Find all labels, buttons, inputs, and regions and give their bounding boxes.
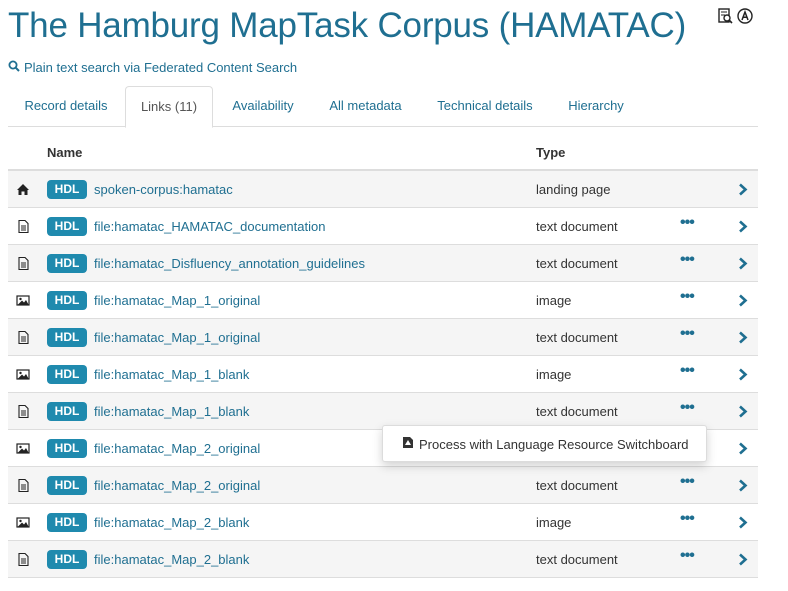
chevron-right-icon[interactable] xyxy=(738,516,748,529)
resource-name-link[interactable]: file:hamatac_Map_2_original xyxy=(94,441,260,456)
document-icon xyxy=(16,219,30,234)
table-body: HDL spoken-corpus:hamatac landing page HDL f… xyxy=(8,171,758,578)
column-header-name: Name xyxy=(47,145,83,160)
document-icon xyxy=(16,404,30,419)
search-icon xyxy=(8,60,20,75)
home-icon xyxy=(16,183,30,196)
hdl-badge[interactable]: HDL xyxy=(47,291,87,310)
table-row: HDL spoken-corpus:hamatac landing page xyxy=(8,171,758,208)
tab-availability[interactable]: Availability xyxy=(214,86,312,127)
table-row: HDL file:hamatac_Disfluency_annotation_gu… xyxy=(8,245,758,282)
more-options-icon[interactable]: ••• xyxy=(680,288,695,306)
resource-type: text document xyxy=(536,552,618,567)
resource-type: text document xyxy=(536,219,618,234)
resource-type: landing page xyxy=(536,182,611,197)
more-options-icon[interactable]: ••• xyxy=(680,473,695,491)
chevron-right-icon[interactable] xyxy=(738,405,748,418)
hdl-badge[interactable]: HDL xyxy=(47,180,87,199)
hdl-badge[interactable]: HDL xyxy=(47,365,87,384)
document-icon xyxy=(16,478,30,493)
chevron-right-icon[interactable] xyxy=(738,479,748,492)
links-table: Name Type HDL spoken-corpus:hamatac landin… xyxy=(8,134,758,578)
table-row: HDL file:hamatac_HAMATAC_documentation tex… xyxy=(8,208,758,245)
process-with-switchboard-item[interactable]: Process with Language Resource Switchboa… xyxy=(402,436,689,452)
document-icon xyxy=(16,552,30,567)
tab-bar: Record details Links (11) Availability A… xyxy=(8,86,758,128)
chevron-right-icon[interactable] xyxy=(738,220,748,233)
image-icon xyxy=(16,368,30,381)
resource-name-link[interactable]: file:hamatac_Disfluency_annotation_guide… xyxy=(94,256,365,271)
image-icon xyxy=(16,294,30,307)
resource-type: text document xyxy=(536,478,618,493)
resource-name-link[interactable]: file:hamatac_Map_2_blank xyxy=(94,515,249,530)
more-options-icon[interactable]: ••• xyxy=(680,251,695,269)
resource-name-link[interactable]: file:hamatac_Map_1_original xyxy=(94,330,260,345)
resource-type: image xyxy=(536,367,572,382)
chevron-right-icon[interactable] xyxy=(738,553,748,566)
chevron-right-icon[interactable] xyxy=(738,294,748,307)
tab-record-details[interactable]: Record details xyxy=(8,86,124,127)
chevron-right-icon[interactable] xyxy=(738,257,748,270)
resource-name-link[interactable]: spoken-corpus:hamatac xyxy=(94,182,233,197)
resource-type: image xyxy=(536,515,572,530)
more-options-icon[interactable]: ••• xyxy=(680,325,695,343)
more-options-icon[interactable]: ••• xyxy=(680,362,695,380)
document-icon xyxy=(16,256,30,271)
document-icon xyxy=(16,330,30,345)
switchboard-dropdown-menu: Process with Language Resource Switchboa… xyxy=(382,425,707,462)
resource-name-link[interactable]: file:hamatac_HAMATAC_documentation xyxy=(94,219,325,234)
resource-name-link[interactable]: file:hamatac_Map_2_blank xyxy=(94,552,249,567)
hdl-badge[interactable]: HDL xyxy=(47,217,87,236)
hdl-badge[interactable]: HDL xyxy=(47,476,87,495)
accessibility-icon[interactable] xyxy=(737,8,753,24)
table-row: HDL file:hamatac_Map_2_blank image ••• xyxy=(8,504,758,541)
table-row: HDL file:hamatac_Map_2_blank text document… xyxy=(8,541,758,578)
more-options-icon[interactable]: ••• xyxy=(680,547,695,565)
more-options-icon[interactable]: ••• xyxy=(680,510,695,528)
resource-name-link[interactable]: file:hamatac_Map_1_original xyxy=(94,293,260,308)
tab-technical-details[interactable]: Technical details xyxy=(419,86,551,127)
chevron-right-icon[interactable] xyxy=(738,183,748,196)
top-icons xyxy=(717,8,753,24)
page-title: The Hamburg MapTask Corpus (HAMATAC) xyxy=(8,6,687,45)
process-with-switchboard-label: Process with Language Resource Switchboa… xyxy=(419,436,689,452)
resource-type: image xyxy=(536,293,572,308)
resource-type: text document xyxy=(536,404,618,419)
table-row: HDL file:hamatac_Map_1_blank image ••• xyxy=(8,356,758,393)
document-search-icon[interactable] xyxy=(717,8,733,24)
hdl-badge[interactable]: HDL xyxy=(47,513,87,532)
resource-name-link[interactable]: file:hamatac_Map_1_blank xyxy=(94,404,249,419)
fcs-search-link[interactable]: Plain text search via Federated Content … xyxy=(8,60,297,75)
image-icon xyxy=(16,442,30,455)
hdl-badge[interactable]: HDL xyxy=(47,328,87,347)
switchboard-icon xyxy=(402,436,414,452)
resource-name-link[interactable]: file:hamatac_Map_1_blank xyxy=(94,367,249,382)
chevron-right-icon[interactable] xyxy=(738,442,748,455)
table-header: Name Type xyxy=(8,134,758,171)
table-row: HDL file:hamatac_Map_2_original text docum… xyxy=(8,467,758,504)
more-options-icon[interactable]: ••• xyxy=(680,214,695,232)
resource-type: text document xyxy=(536,256,618,271)
column-header-type: Type xyxy=(536,145,566,160)
hdl-badge[interactable]: HDL xyxy=(47,402,87,421)
hdl-badge[interactable]: HDL xyxy=(47,550,87,569)
table-row: HDL file:hamatac_Map_1_original image ••• xyxy=(8,282,758,319)
table-row: HDL file:hamatac_Map_1_original text docum… xyxy=(8,319,758,356)
fcs-link-label: Plain text search via Federated Content … xyxy=(24,60,298,75)
resource-type: text document xyxy=(536,330,618,345)
image-icon xyxy=(16,516,30,529)
hdl-badge[interactable]: HDL xyxy=(47,254,87,273)
resource-name-link[interactable]: file:hamatac_Map_2_original xyxy=(94,478,260,493)
chevron-right-icon[interactable] xyxy=(738,331,748,344)
hdl-badge[interactable]: HDL xyxy=(47,439,87,458)
tab-hierarchy[interactable]: Hierarchy xyxy=(552,86,640,127)
more-options-icon[interactable]: ••• xyxy=(680,399,695,417)
chevron-right-icon[interactable] xyxy=(738,368,748,381)
tab-links[interactable]: Links (11) xyxy=(125,86,213,128)
tab-all-metadata[interactable]: All metadata xyxy=(313,86,418,127)
